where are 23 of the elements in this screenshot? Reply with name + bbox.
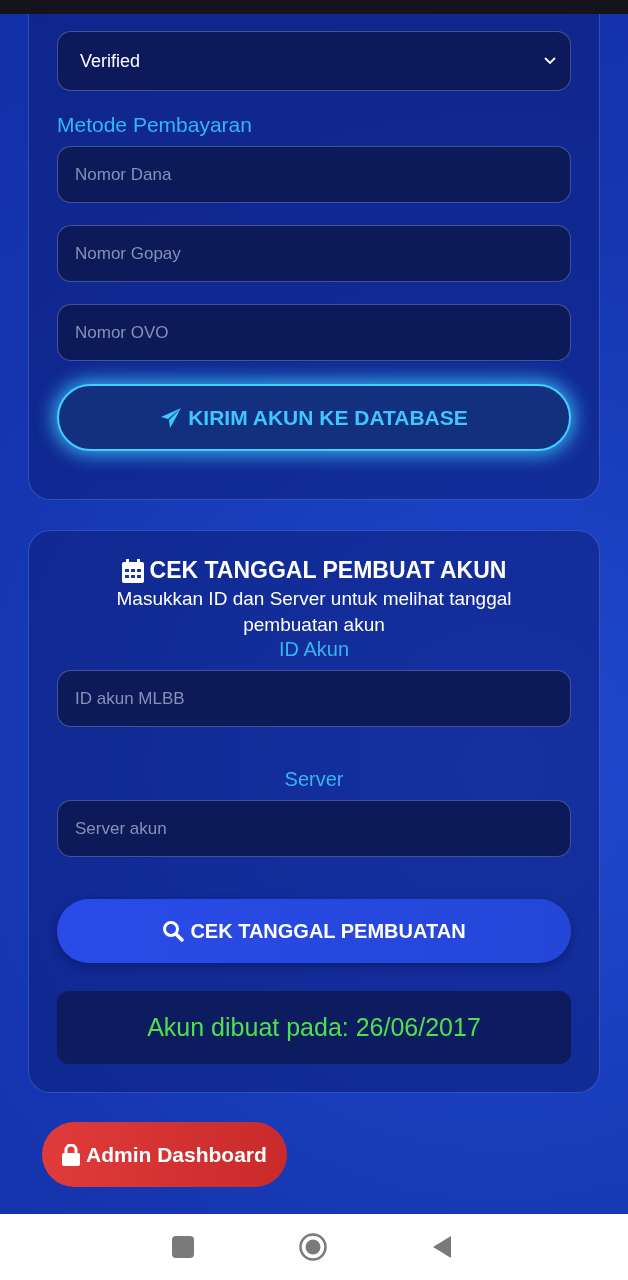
result-text: Akun dibuat pada: 26/06/2017 bbox=[57, 991, 571, 1064]
recent-apps-icon[interactable] bbox=[172, 1236, 194, 1258]
input-field[interactable]: Nomor Dana bbox=[57, 146, 571, 203]
input-field[interactable]: Server akun bbox=[57, 800, 571, 857]
status-select[interactable]: Verified bbox=[57, 31, 571, 91]
field-label: Server bbox=[283, 768, 345, 791]
submit-button[interactable]: KIRIM AKUN KE DATABASE bbox=[57, 384, 571, 451]
calendar-icon bbox=[121, 558, 144, 583]
input-field[interactable]: Nomor OVO bbox=[57, 304, 571, 361]
field-label: ID Akun bbox=[277, 638, 350, 661]
admin-dashboard-button[interactable]: Admin Dashboard bbox=[42, 1122, 287, 1187]
check-button[interactable]: CEK TANGGAL PEMBUATAN bbox=[57, 899, 571, 963]
description-text: Masukkan ID dan Server untuk melihat tanggal pembuatan akun bbox=[115, 587, 513, 637]
input-field[interactable]: Nomor Gopay bbox=[57, 225, 571, 282]
card-title: CEK TANGGAL PEMBUAT AKUN bbox=[149, 557, 507, 584]
lock-icon bbox=[62, 1143, 80, 1166]
back-icon[interactable] bbox=[432, 1235, 452, 1259]
chevron-down-icon bbox=[544, 57, 556, 65]
search-icon bbox=[162, 920, 185, 942]
home-icon[interactable] bbox=[299, 1233, 327, 1261]
paper-plane-icon bbox=[160, 406, 183, 429]
section-label: Metode Pembayaran bbox=[57, 113, 253, 137]
input-field[interactable]: ID akun MLBB bbox=[57, 670, 571, 727]
